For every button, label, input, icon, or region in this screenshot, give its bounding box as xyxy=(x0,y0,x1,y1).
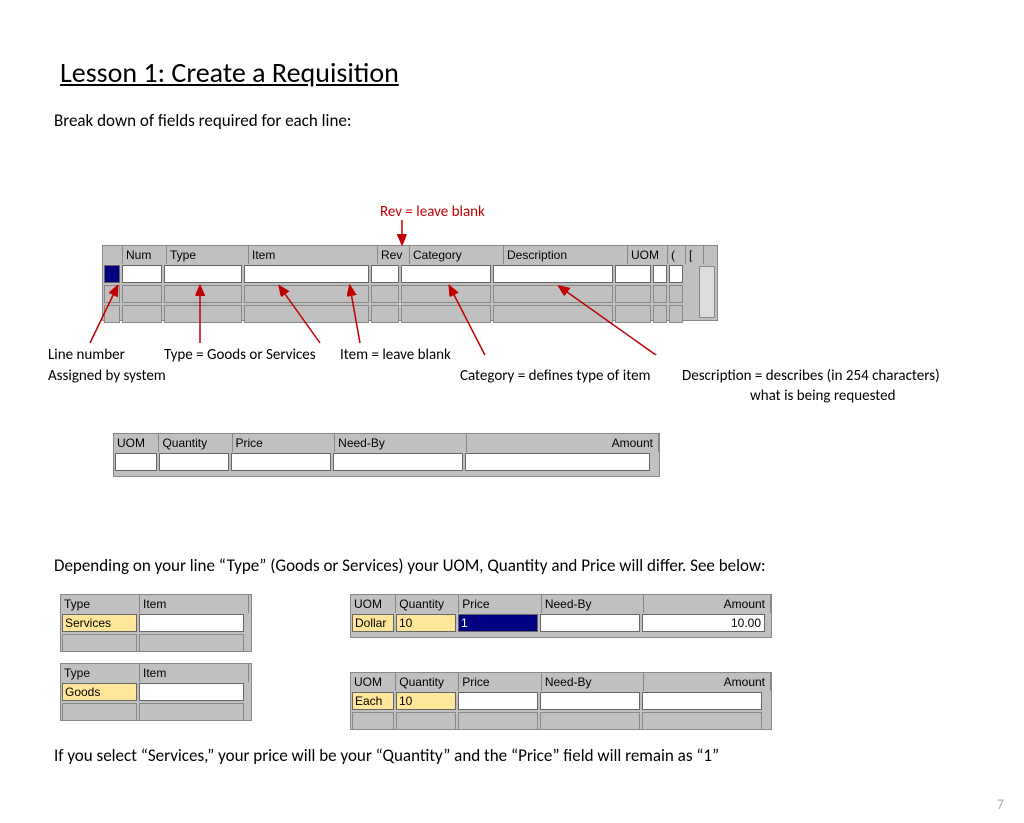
col: Type xyxy=(61,664,140,682)
col-type: Type xyxy=(167,246,249,264)
cell-rev[interactable] xyxy=(371,265,399,283)
col: Item xyxy=(140,664,249,682)
col-item: Item xyxy=(249,246,378,264)
scrollbar[interactable] xyxy=(699,266,715,318)
col-num: Num xyxy=(123,246,167,264)
grid-services-row: UOM Quantity Price Need-By Amount Dollar… xyxy=(350,594,772,638)
main-grid: Num Type Item Rev Category Description U… xyxy=(102,245,718,321)
col: Need-By xyxy=(335,434,467,452)
callout-item: Item = leave blank xyxy=(340,346,451,364)
bottom-text: If you select “Services,” your price wil… xyxy=(54,745,719,766)
cell[interactable]: 10.00 xyxy=(642,614,765,632)
col: UOM xyxy=(114,434,159,452)
col: Quantity xyxy=(159,434,232,452)
cell[interactable] xyxy=(642,692,762,710)
cell[interactable] xyxy=(540,614,640,632)
cell-type-goods[interactable]: Goods xyxy=(62,683,137,701)
cell[interactable] xyxy=(231,453,331,471)
callout-rev: Rev = leave blank xyxy=(380,203,485,221)
grid-type-services: Type Item Services xyxy=(60,594,252,652)
col-rev: Rev xyxy=(378,246,410,264)
col: Price xyxy=(459,673,542,691)
col: Price xyxy=(459,595,542,613)
col: Item xyxy=(140,595,249,613)
col: Price xyxy=(233,434,336,452)
col: Type xyxy=(61,595,140,613)
mid-text: Depending on your line “Type” (Goods or … xyxy=(54,555,766,576)
cell[interactable]: Dollar xyxy=(352,614,394,632)
col-desc: Description xyxy=(504,246,628,264)
cell[interactable] xyxy=(465,453,650,471)
cell[interactable] xyxy=(139,614,244,632)
cell[interactable]: 10 xyxy=(396,614,456,632)
grid-type-goods: Type Item Goods xyxy=(60,663,252,721)
cell-price-selected[interactable]: 1 xyxy=(458,614,538,632)
callout-desc1: Description = describes (in 254 characte… xyxy=(682,367,940,385)
cell[interactable]: 10 xyxy=(396,692,456,710)
callout-desc2: what is being requested xyxy=(750,387,896,405)
col: Amount xyxy=(644,673,771,691)
cell-category[interactable] xyxy=(401,265,491,283)
cell[interactable] xyxy=(333,453,463,471)
col: Quantity xyxy=(396,595,459,613)
col: Need-By xyxy=(542,673,644,691)
callout-category: Category = defines type of item xyxy=(460,367,651,385)
cell[interactable] xyxy=(540,692,640,710)
page-number: 7 xyxy=(997,796,1004,813)
cell-item[interactable] xyxy=(244,265,369,283)
cell-type[interactable] xyxy=(164,265,242,283)
cell-uom[interactable] xyxy=(615,265,651,283)
grid-goods-row: UOM Quantity Price Need-By Amount Each 1… xyxy=(350,672,772,730)
grid-uom: UOM Quantity Price Need-By Amount xyxy=(113,433,660,477)
col: UOM xyxy=(351,595,396,613)
callout-linenum: Line number xyxy=(48,346,125,364)
cell[interactable] xyxy=(159,453,229,471)
page-title: Lesson 1: Create a Requisition xyxy=(60,55,1024,90)
intro-text: Break down of fields required for each l… xyxy=(54,110,1024,131)
col: Quantity xyxy=(396,673,459,691)
col-uom: UOM xyxy=(628,246,668,264)
col-category: Category xyxy=(410,246,504,264)
col: Need-By xyxy=(542,595,644,613)
col: UOM xyxy=(351,673,396,691)
cell[interactable] xyxy=(115,453,157,471)
cell-type-services[interactable]: Services xyxy=(62,614,137,632)
row-selector[interactable] xyxy=(104,265,120,283)
cell[interactable] xyxy=(458,692,538,710)
cell[interactable] xyxy=(139,683,244,701)
cell-desc[interactable] xyxy=(493,265,613,283)
cell[interactable]: Each xyxy=(352,692,394,710)
col: Amount xyxy=(644,595,771,613)
cell-num[interactable] xyxy=(122,265,162,283)
callout-assigned: Assigned by system xyxy=(48,367,166,385)
callout-type: Type = Goods or Services xyxy=(164,346,316,364)
col: Amount xyxy=(467,434,659,452)
